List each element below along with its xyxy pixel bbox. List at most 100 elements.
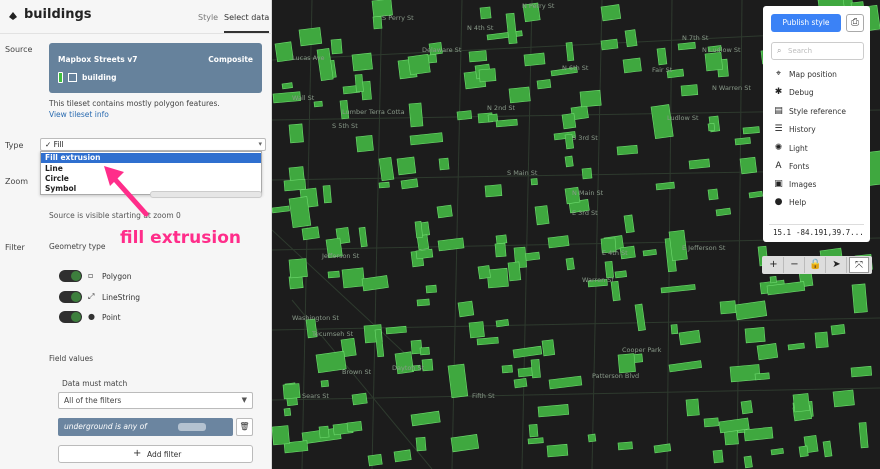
add-filter-button[interactable]: + Add filter xyxy=(58,445,253,463)
street-label: S 5th St xyxy=(332,122,358,130)
map-building xyxy=(715,207,732,217)
map-building xyxy=(354,74,364,93)
map-building xyxy=(512,345,543,359)
street-label: E 4th St xyxy=(602,249,628,257)
search-placeholder: Search xyxy=(788,47,813,55)
source-name: Mapbox Streets v7 xyxy=(58,55,138,64)
map-building xyxy=(425,284,437,294)
panel-header: buildings Style Select data xyxy=(0,0,272,34)
map-building xyxy=(415,248,434,260)
map-building xyxy=(832,389,855,408)
map-building xyxy=(617,441,633,451)
map-controls: + − 🔒 ➤ ⤧ xyxy=(762,256,872,274)
map-building xyxy=(341,267,366,289)
lock-icon[interactable]: 🔒 xyxy=(806,257,826,273)
tab-style[interactable]: Style xyxy=(198,13,218,22)
toolbar-item-help[interactable]: ● Help xyxy=(773,197,868,209)
source-card[interactable]: Mapbox Streets v7 Composite building xyxy=(49,43,262,93)
map-building xyxy=(754,372,770,381)
street-label: Washington St xyxy=(292,314,339,322)
map-building xyxy=(858,422,869,449)
type-option-fill-extrusion[interactable]: Fill extrusion xyxy=(41,153,261,163)
fonts-icon: A xyxy=(775,161,782,171)
toolbar-item-history[interactable]: ☰ History xyxy=(773,124,868,136)
search-input[interactable]: ⌕ Search xyxy=(771,42,864,60)
source-type: Composite xyxy=(208,55,253,64)
toolbar-divider xyxy=(769,224,864,225)
map-building xyxy=(680,84,699,97)
style-toolbar: Publish style ⎙ ⌕ Search ⌖ Map position … xyxy=(763,6,870,242)
tab-select-data[interactable]: Select data xyxy=(224,13,270,33)
filter-chip[interactable]: underground is any of xyxy=(58,418,233,436)
zoom-note: Source is visible starting at zoom 0 xyxy=(49,211,181,220)
street-label: Dayton St xyxy=(392,364,425,372)
map-building xyxy=(653,443,672,454)
map-building xyxy=(787,342,805,351)
street-label: Warren St xyxy=(582,276,614,284)
type-select[interactable]: ✓ Fill ▾ xyxy=(40,138,266,151)
street-label: Sears St xyxy=(302,392,329,400)
map-building xyxy=(623,214,635,234)
map-building xyxy=(734,300,768,321)
light-icon: ✺ xyxy=(774,143,783,153)
toolbar-item-label: Style reference xyxy=(789,107,847,116)
map-building xyxy=(743,455,753,469)
map-building xyxy=(484,184,503,198)
map-building xyxy=(740,400,753,415)
type-option-line[interactable]: Line xyxy=(41,164,261,174)
zoom-out-button[interactable]: − xyxy=(785,257,805,273)
toolbar-item-style-reference[interactable]: ▤ Style reference xyxy=(773,106,868,118)
linestring-toggle[interactable] xyxy=(59,291,82,303)
plus-icon: + xyxy=(133,448,142,459)
map-building xyxy=(468,321,485,339)
tileset-info-link[interactable]: View tileset info xyxy=(49,110,109,119)
map-building xyxy=(851,283,868,314)
toolbar-item-label: Map position xyxy=(789,70,837,79)
filter-chip-text: underground is any of xyxy=(64,422,147,431)
layer-stack-icon xyxy=(9,12,17,20)
map-building xyxy=(622,57,642,74)
map-building xyxy=(274,41,294,63)
fullscreen-icon[interactable]: ⤧ xyxy=(849,257,869,273)
map-building xyxy=(712,449,724,464)
map-building xyxy=(396,156,417,176)
compass-icon[interactable]: ➤ xyxy=(827,257,847,273)
filter-chip-values xyxy=(178,423,206,431)
zoom-range-slider[interactable] xyxy=(150,191,262,198)
zoom-in-button[interactable]: + xyxy=(764,257,784,273)
toolbar-item-label: History xyxy=(789,125,816,134)
geometry-label: Point xyxy=(102,313,121,322)
type-option-circle[interactable]: Circle xyxy=(41,174,261,184)
map-building xyxy=(374,329,385,358)
map-building xyxy=(378,181,390,189)
toolbar-item-map-position[interactable]: ⌖ Map position xyxy=(773,69,868,81)
map-building xyxy=(600,4,622,22)
toolbar-item-light[interactable]: ✺ Light xyxy=(773,143,868,155)
layer-title: buildings xyxy=(24,7,92,22)
map-building xyxy=(476,336,499,346)
history-icon: ☰ xyxy=(774,124,783,134)
street-label: Patterson Blvd xyxy=(592,372,639,380)
street-label: S Main St xyxy=(507,169,538,177)
map-building xyxy=(634,303,646,332)
polygon-toggle[interactable] xyxy=(59,270,82,282)
street-label: Fifth St xyxy=(472,392,495,400)
map-building xyxy=(744,327,766,344)
toolbar-item-fonts[interactable]: A Fonts xyxy=(773,161,868,173)
print-icon[interactable]: ⎙ xyxy=(846,14,864,32)
toolbar-item-debug[interactable]: ✱ Debug xyxy=(773,87,868,99)
map-building xyxy=(830,324,846,336)
street-label: Tecumseh St xyxy=(311,330,354,338)
map-street xyxy=(272,317,880,331)
point-toggle[interactable] xyxy=(59,311,82,323)
toolbar-item-images[interactable]: ▣ Images xyxy=(773,179,868,191)
map-building xyxy=(513,377,528,389)
map-building xyxy=(301,226,320,241)
map-street xyxy=(591,0,603,469)
point-icon: ● xyxy=(88,312,95,321)
publish-style-button[interactable]: Publish style xyxy=(771,14,841,32)
street-label: E 3rd St xyxy=(572,209,598,217)
map-building xyxy=(282,383,301,400)
match-select[interactable]: All of the filters ▼ xyxy=(58,392,253,409)
trash-icon[interactable]: 🗑 xyxy=(236,418,253,436)
